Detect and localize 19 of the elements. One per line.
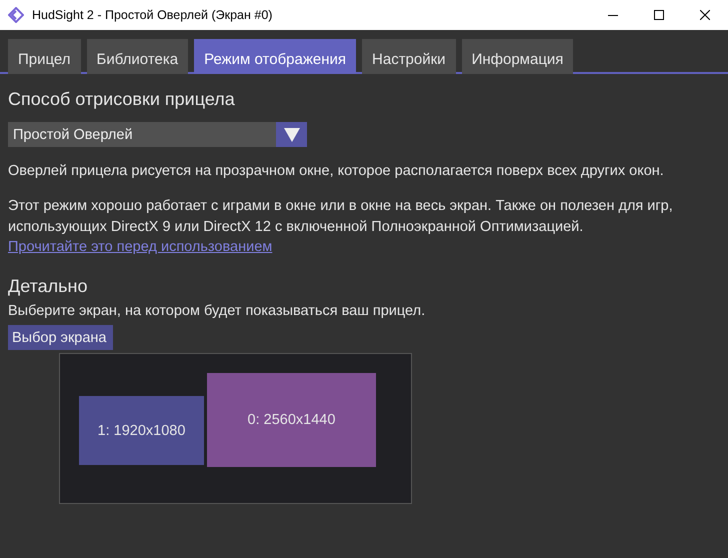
info-link[interactable]: Прочитайте это перед использованием bbox=[8, 239, 272, 255]
section-heading: Способ отрисовки прицела bbox=[8, 89, 236, 110]
description-text: Выберите экран, на котором будет показываться ваш прицел. bbox=[8, 302, 426, 321]
app-logo-icon bbox=[8, 7, 24, 23]
render-mode-dropdown[interactable]: Простой Оверлей bbox=[8, 122, 307, 147]
window-title: HudSight 2 - Простой Оверлей (Экран #0) bbox=[32, 8, 272, 22]
tab[interactable]: Прицел bbox=[8, 39, 81, 74]
tab[interactable]: Информация bbox=[462, 39, 574, 74]
maximize-icon[interactable] bbox=[654, 10, 664, 20]
tab[interactable]: Режим отображения bbox=[194, 39, 356, 74]
description-text: Оверлей прицела рисуется на прозрачном окне, которое располагается поверх всех других окон. bbox=[8, 162, 665, 181]
close-icon[interactable] bbox=[700, 10, 710, 20]
select-screen-button[interactable]: Выбор экрана bbox=[8, 325, 113, 350]
tab[interactable]: Библиотека bbox=[86, 39, 188, 74]
description-text: Этот режим хорошо работает с играми в окне или в окне на весь экран. Также он полезен для игр, использующих DirectX 9 или DirectX 12 с включенной Полноэкранной Оптимизацией. bbox=[8, 197, 674, 237]
tab[interactable]: Настройки bbox=[362, 39, 456, 74]
section-heading: Детально bbox=[8, 276, 88, 297]
monitor-tile[interactable]: 1: 1920x1080 bbox=[79, 396, 204, 465]
monitor-tile[interactable]: 0: 2560x1440 bbox=[207, 373, 376, 467]
